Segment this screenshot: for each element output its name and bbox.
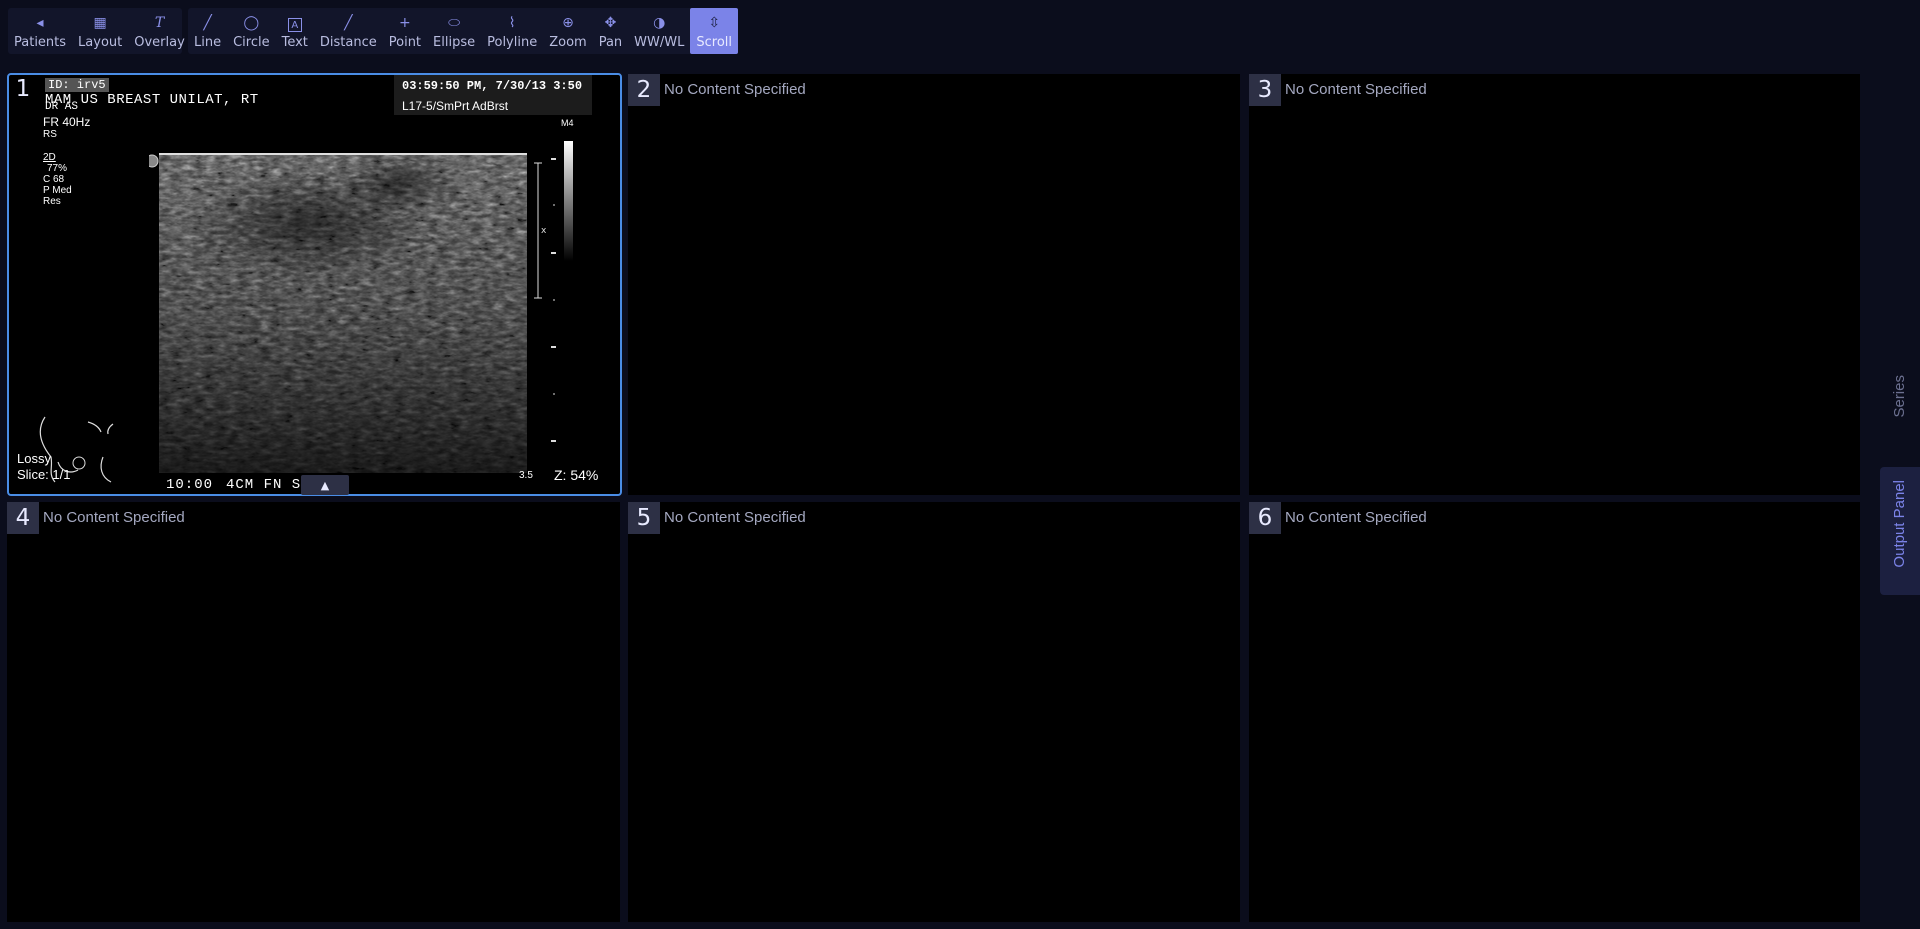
res-label: Res bbox=[43, 196, 61, 207]
empty-viewport-message: No Content Specified bbox=[664, 509, 806, 526]
overlay-label: Overlay bbox=[134, 35, 185, 50]
empty-viewport-message: No Content Specified bbox=[1285, 81, 1427, 98]
viewport-number: 4 bbox=[7, 502, 39, 534]
text-label: Text bbox=[281, 35, 308, 50]
frame-rate: FR 40Hz bbox=[43, 115, 91, 129]
layout-label: Layout bbox=[78, 35, 123, 50]
overlay-button[interactable]: T Overlay bbox=[128, 8, 191, 54]
text-box-icon: A bbox=[287, 18, 302, 32]
chevron-up-icon: ▲ bbox=[320, 478, 330, 492]
overlay-text-icon: T bbox=[154, 15, 165, 31]
slice-indicator: Slice: 1/1 bbox=[17, 467, 71, 482]
viewport-3[interactable]: 3 No Content Specified bbox=[1249, 74, 1860, 495]
viewport-number: 6 bbox=[1249, 502, 1281, 534]
text-tool-button[interactable]: A Text bbox=[276, 8, 314, 54]
empty-viewport-message: No Content Specified bbox=[664, 81, 806, 98]
viewport-4[interactable]: 4 No Content Specified bbox=[7, 502, 620, 922]
scroll-label: Scroll bbox=[696, 35, 732, 50]
zoom-label: Zoom bbox=[549, 35, 587, 50]
viewport-1[interactable]: 1 ID: irv5 MAM US BREAST UNILAT, RT DR A… bbox=[7, 73, 622, 496]
output-panel-tab[interactable]: Output Panel bbox=[1891, 480, 1908, 568]
layout-grid-icon: ▦ bbox=[93, 15, 107, 31]
mode-label: 2D bbox=[43, 152, 56, 163]
p-value: P Med bbox=[43, 185, 72, 196]
nav-tool-group: ◂ Patients ▦ Layout T Overlay bbox=[8, 8, 185, 54]
empty-viewport-message: No Content Specified bbox=[1285, 509, 1427, 526]
viewport-6[interactable]: 6 No Content Specified bbox=[1249, 502, 1860, 922]
zoom-icon: ⊕ bbox=[562, 15, 574, 31]
patients-button[interactable]: ◂ Patients bbox=[8, 8, 72, 54]
cine-toggle-button[interactable]: ▲ bbox=[301, 475, 349, 495]
viewport-number: 2 bbox=[628, 74, 660, 106]
point-label: Point bbox=[388, 35, 422, 50]
compression-label: Lossy bbox=[17, 451, 51, 466]
annotation-text: 4CM FN S bbox=[226, 477, 302, 493]
toolbar: ◂ Patients ▦ Layout T Overlay ╱ Line ◯ C… bbox=[0, 0, 1920, 62]
wwwl-label: WW/WL bbox=[634, 35, 685, 50]
ellipse-label: Ellipse bbox=[433, 35, 476, 50]
distance-label: Distance bbox=[319, 35, 377, 50]
contrast-icon: ◑ bbox=[653, 15, 666, 31]
ultrasound-image bbox=[149, 153, 527, 473]
annotate-tool-group: ╱ Line ◯ Circle A Text ╱ Distance + Poin… bbox=[188, 8, 738, 54]
polyline-icon: ⌇ bbox=[508, 15, 516, 31]
pan-label: Pan bbox=[598, 35, 623, 50]
point-tool-button[interactable]: + Point bbox=[383, 8, 427, 54]
circle-label: Circle bbox=[233, 35, 270, 50]
svg-text:x: x bbox=[541, 226, 547, 236]
clock-position: 10:00 bbox=[166, 477, 214, 493]
layout-button[interactable]: ▦ Layout bbox=[72, 8, 128, 54]
depth-value: 3.5 bbox=[519, 470, 533, 481]
zoom-level: Z: 54% bbox=[554, 467, 599, 483]
patients-label: Patients bbox=[14, 35, 67, 50]
gain-value: 77% bbox=[47, 163, 68, 174]
viewport-number: 5 bbox=[628, 502, 660, 534]
acquisition-datetime: 03:59:50 PM, 7/30/13 3:50:21 PM bbox=[402, 79, 582, 93]
ellipse-tool-button[interactable]: ⬭ Ellipse bbox=[427, 8, 481, 54]
series-tab[interactable]: Series bbox=[1891, 375, 1908, 418]
viewport-number: 1 bbox=[15, 76, 31, 102]
patient-id: ID: irv5 bbox=[45, 78, 109, 92]
line-tool-button[interactable]: ╱ Line bbox=[188, 8, 227, 54]
pan-tool-button[interactable]: ✥ Pan bbox=[593, 8, 628, 54]
line-label: Line bbox=[194, 35, 222, 50]
viewport-number: 3 bbox=[1249, 74, 1281, 106]
zoom-tool-button[interactable]: ⊕ Zoom bbox=[543, 8, 592, 54]
operator-label: DR AS bbox=[45, 101, 79, 113]
c-value: C 68 bbox=[43, 174, 65, 185]
circle-tool-button[interactable]: ◯ Circle bbox=[227, 8, 276, 54]
viewport-5[interactable]: 5 No Content Specified bbox=[628, 502, 1240, 922]
scroll-icon: ⇳ bbox=[708, 15, 721, 31]
wwwl-tool-button[interactable]: ◑ WW/WL bbox=[628, 8, 690, 54]
polyline-label: Polyline bbox=[487, 35, 538, 50]
depth-scale: x bbox=[534, 158, 556, 442]
polyline-tool-button[interactable]: ⌇ Polyline bbox=[481, 8, 543, 54]
viewport-2[interactable]: 2 No Content Specified bbox=[628, 74, 1240, 495]
scroll-tool-button[interactable]: ⇳ Scroll bbox=[690, 8, 738, 54]
circle-icon: ◯ bbox=[243, 15, 260, 31]
rs-label: RS bbox=[43, 129, 57, 140]
ellipse-icon: ⬭ bbox=[448, 15, 461, 31]
chevron-left-icon: ◂ bbox=[36, 15, 44, 31]
distance-icon: ╱ bbox=[344, 15, 353, 31]
distance-tool-button[interactable]: ╱ Distance bbox=[314, 8, 383, 54]
point-icon: + bbox=[399, 15, 411, 31]
empty-viewport-message: No Content Specified bbox=[43, 509, 185, 526]
color-map-label: M4 bbox=[561, 118, 574, 128]
probe-label: L17-5/SmPrt AdBrst bbox=[402, 99, 509, 113]
line-icon: ╱ bbox=[203, 15, 212, 31]
pan-icon: ✥ bbox=[604, 15, 617, 31]
greyscale-bar bbox=[564, 141, 573, 261]
